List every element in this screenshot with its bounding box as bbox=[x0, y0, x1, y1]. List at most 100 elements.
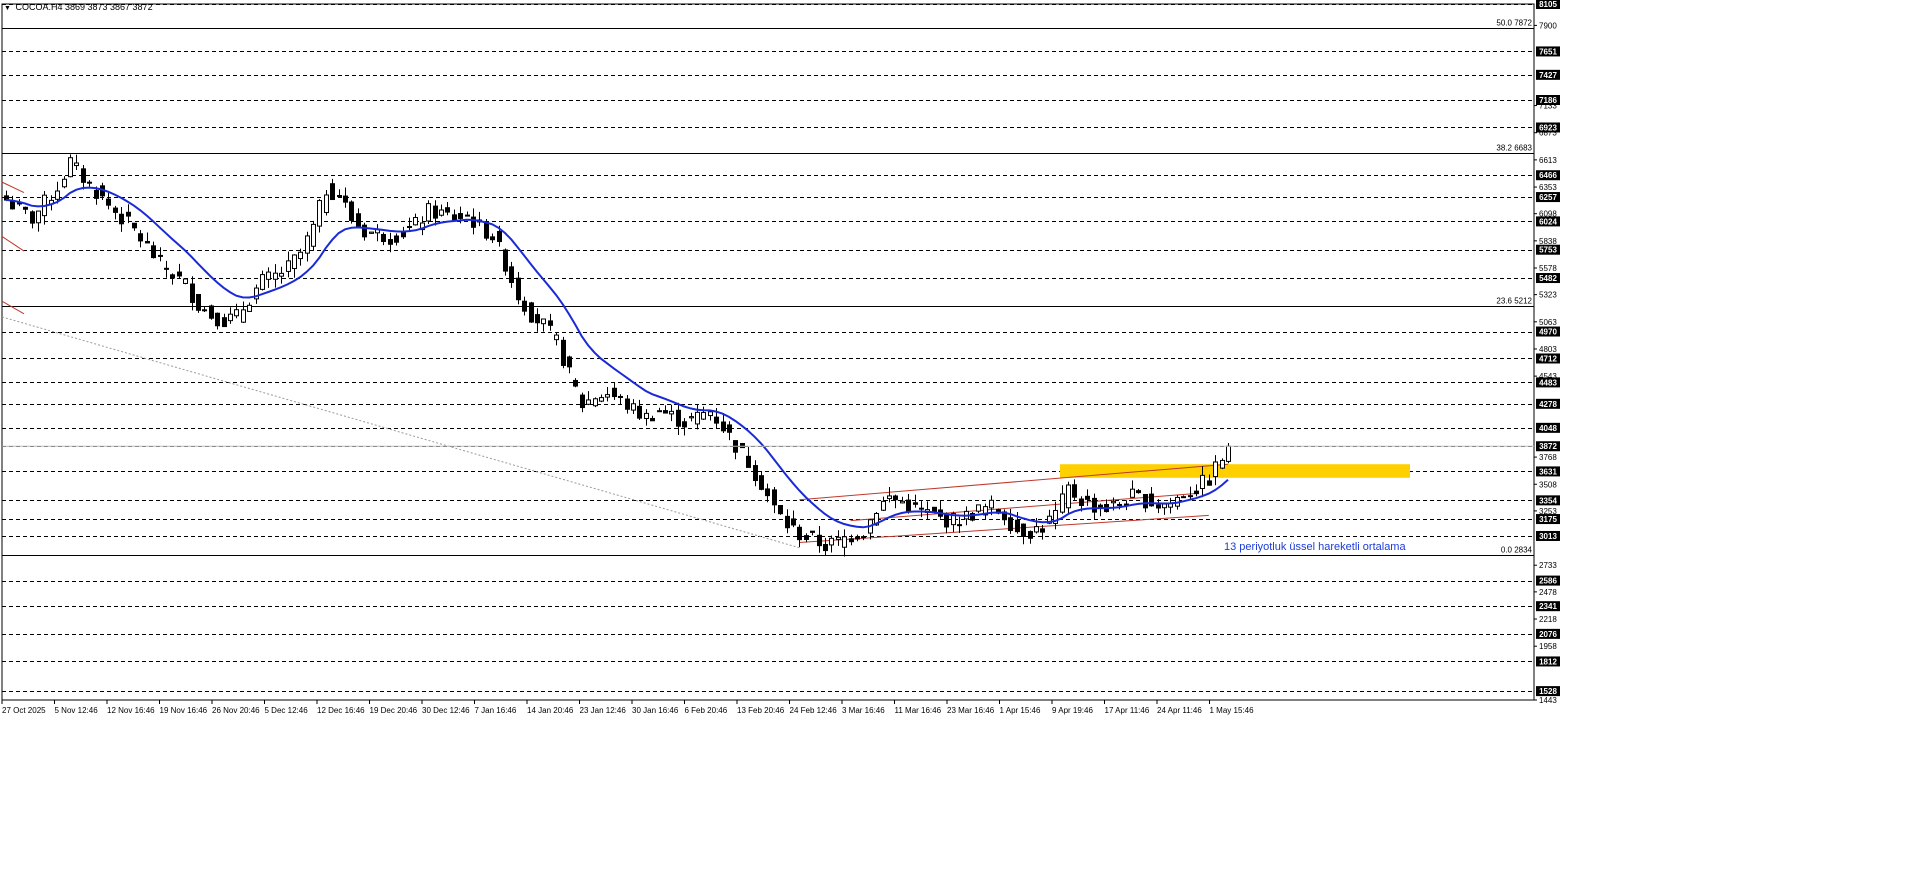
candle-body bbox=[1111, 500, 1116, 504]
y-boxed-label: 7651 bbox=[1539, 47, 1557, 56]
x-tick-label: 11 Mar 16:46 bbox=[895, 706, 942, 715]
y-boxed-label: 2341 bbox=[1539, 602, 1557, 611]
candle-body bbox=[548, 320, 553, 326]
candle-body bbox=[55, 190, 60, 200]
y-tick-label: 3508 bbox=[1539, 480, 1557, 489]
plot-frame bbox=[1, 3, 1535, 701]
candle-body bbox=[292, 254, 297, 270]
candle-body bbox=[695, 411, 700, 425]
y-tick-label: 4803 bbox=[1539, 345, 1557, 354]
candle-body bbox=[1021, 523, 1026, 537]
candle-body bbox=[497, 230, 502, 243]
x-tick-label: 3 Mar 16:46 bbox=[842, 706, 885, 715]
y-boxed-label: 7427 bbox=[1539, 71, 1557, 80]
y-boxed-label: 5753 bbox=[1539, 246, 1557, 255]
candle-body bbox=[541, 318, 546, 325]
candle-body bbox=[913, 502, 918, 505]
candle-body bbox=[465, 214, 470, 217]
candle-body bbox=[247, 304, 252, 312]
candle-body bbox=[433, 205, 438, 219]
candle-body bbox=[484, 221, 489, 239]
x-tick-label: 26 Nov 20:46 bbox=[212, 706, 260, 715]
x-tick-label: 5 Nov 12:46 bbox=[55, 706, 99, 715]
candle-body bbox=[164, 267, 169, 270]
candle-body bbox=[529, 302, 534, 323]
candle-body bbox=[388, 239, 393, 245]
x-tick-label: 6 Feb 20:46 bbox=[685, 706, 728, 715]
x-tick-label: 23 Jan 12:46 bbox=[580, 706, 627, 715]
y-tick-label: 5323 bbox=[1539, 291, 1557, 300]
fibonacci-label: 0.0 2834 bbox=[1501, 546, 1533, 555]
candle-body bbox=[714, 416, 719, 424]
y-boxed-label: 3631 bbox=[1539, 467, 1557, 476]
candle-body bbox=[471, 216, 476, 228]
resistance-zone-layer bbox=[1060, 464, 1410, 478]
ema-line bbox=[5, 186, 1229, 529]
candle-body bbox=[1162, 503, 1167, 509]
candle-body bbox=[669, 410, 674, 415]
candle-body bbox=[1181, 496, 1186, 499]
candle-body bbox=[605, 394, 610, 398]
y-boxed-label: 7186 bbox=[1539, 96, 1557, 105]
y-boxed-label: 4712 bbox=[1539, 354, 1557, 363]
y-tick-label: 1958 bbox=[1539, 642, 1557, 651]
x-tick-label: 14 Jan 20:46 bbox=[527, 706, 574, 715]
candle-body bbox=[785, 515, 790, 529]
candle-body bbox=[797, 526, 802, 541]
candle-body bbox=[580, 394, 585, 409]
candle-body bbox=[241, 309, 246, 323]
candle-body bbox=[158, 254, 163, 257]
candle-body bbox=[113, 207, 118, 213]
candle-body bbox=[106, 198, 111, 206]
candle-body bbox=[944, 514, 949, 528]
candle-body bbox=[407, 225, 412, 228]
fibonacci-label: 50.0 7872 bbox=[1496, 19, 1532, 28]
candle-body bbox=[810, 530, 815, 533]
candle-body bbox=[676, 409, 681, 427]
y-tick-label: 5838 bbox=[1539, 237, 1557, 246]
candle-body bbox=[209, 305, 214, 319]
candle-body bbox=[567, 356, 572, 368]
candle-body bbox=[1143, 494, 1148, 509]
x-tick-label: 23 Mar 16:46 bbox=[947, 706, 995, 715]
candle-body bbox=[1117, 503, 1122, 506]
y-boxed-label: 6923 bbox=[1539, 123, 1557, 132]
symbol-name: COCOA.H4 bbox=[15, 2, 63, 12]
y-boxed-label: 2076 bbox=[1539, 630, 1557, 639]
channel-line bbox=[799, 463, 1229, 501]
candle-body bbox=[823, 543, 828, 552]
candle-body bbox=[1226, 445, 1231, 462]
channel-line bbox=[1, 181, 25, 194]
x-tick-label: 30 Jan 16:46 bbox=[632, 706, 679, 715]
candle-body bbox=[337, 194, 342, 197]
candle-body bbox=[273, 272, 278, 280]
candle-body bbox=[349, 201, 354, 221]
collapse-triangle-icon[interactable]: ▼ bbox=[4, 5, 11, 12]
candle-body bbox=[62, 178, 67, 188]
fibonacci-label: 38.2 6683 bbox=[1496, 144, 1532, 153]
candle-body bbox=[625, 398, 630, 410]
candle-body bbox=[1060, 493, 1065, 513]
candle-body bbox=[618, 395, 623, 398]
candle-body bbox=[554, 334, 559, 341]
candle-body bbox=[503, 249, 508, 272]
candle-body bbox=[1028, 531, 1033, 539]
y-boxed-label: 6024 bbox=[1539, 217, 1557, 226]
candle-body bbox=[900, 500, 905, 504]
candle-body bbox=[279, 272, 284, 277]
candle-body bbox=[778, 505, 783, 515]
candle-body bbox=[1040, 528, 1045, 533]
candle-body bbox=[631, 403, 636, 411]
candle-body bbox=[23, 206, 28, 210]
ema-annotation: 13 periyotluk üssel hareketli ortalama bbox=[1224, 541, 1406, 553]
candle-body bbox=[561, 339, 566, 366]
candles-layer bbox=[4, 154, 1231, 557]
candle-body bbox=[183, 278, 188, 284]
axis-layer: 7900713368736613635360985838557853235063… bbox=[1, 0, 1560, 715]
candle-body bbox=[356, 213, 361, 227]
ema-layer bbox=[5, 186, 1229, 529]
candle-body bbox=[94, 189, 99, 199]
candle-body bbox=[849, 538, 854, 543]
x-tick-label: 19 Nov 16:46 bbox=[160, 706, 208, 715]
x-tick-label: 24 Apr 11:46 bbox=[1157, 706, 1202, 715]
